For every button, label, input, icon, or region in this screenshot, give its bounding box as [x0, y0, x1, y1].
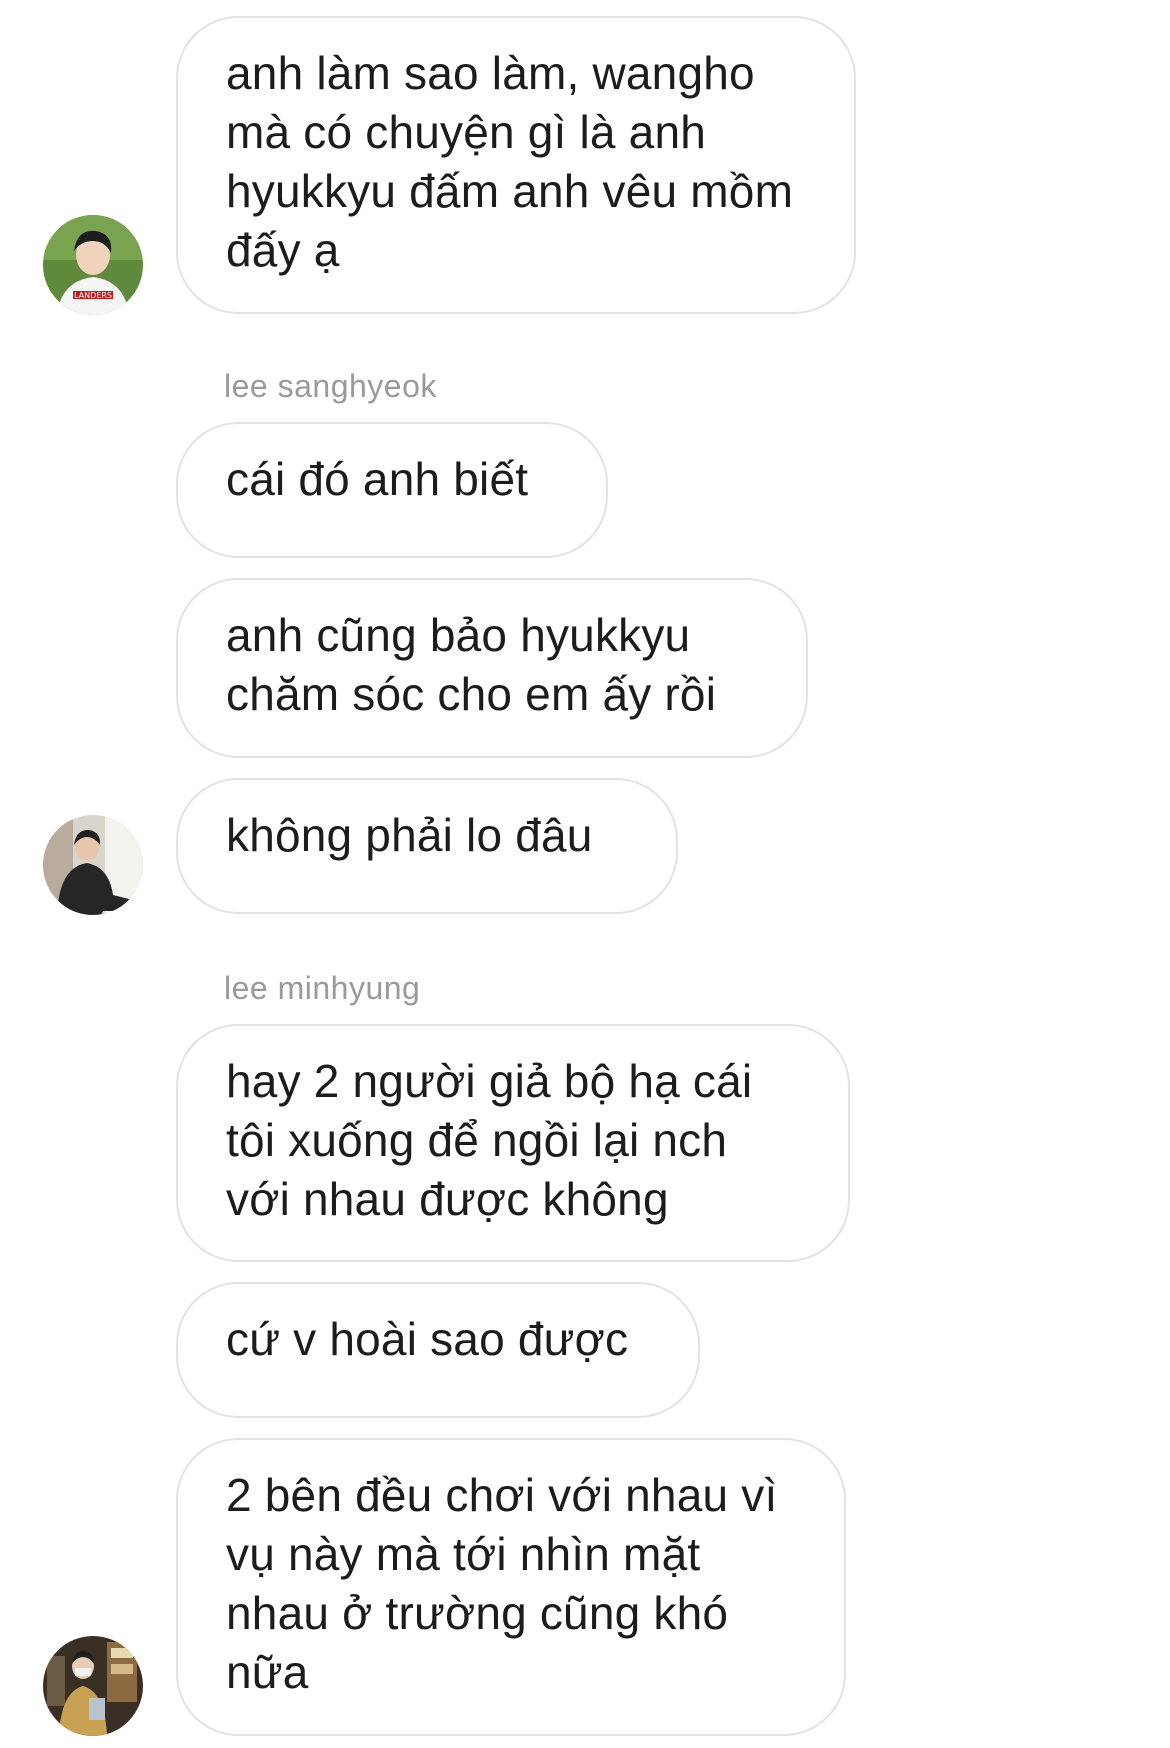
- message-text: anh cũng bảo hyukkyu chăm sóc cho em ấy …: [226, 609, 717, 720]
- profile-photo-avatar-icon: [43, 1636, 143, 1736]
- message-text: 2 bên đều chơi với nhau vì vụ này mà tới…: [226, 1469, 778, 1698]
- message-bubble[interactable]: hay 2 người giả bộ hạ cái tôi xuống để n…: [176, 1024, 850, 1262]
- message-text: không phải lo đâu: [226, 809, 593, 861]
- message-text: cái đó anh biết: [226, 453, 529, 505]
- message-bubble[interactable]: không phải lo đâu: [176, 778, 678, 914]
- profile-photo-avatar-icon: [43, 815, 143, 915]
- message-bubble[interactable]: cái đó anh biết: [176, 422, 608, 558]
- message-bubble[interactable]: anh cũng bảo hyukkyu chăm sóc cho em ấy …: [176, 578, 808, 758]
- message-bubble[interactable]: anh làm sao làm, wangho mà có chuyện gì …: [176, 16, 856, 314]
- sender-name: lee minhyung: [224, 970, 421, 1006]
- message-bubble[interactable]: 2 bên đều chơi với nhau vì vụ này mà tới…: [176, 1438, 846, 1736]
- avatar[interactable]: [43, 1636, 143, 1736]
- svg-text:LANDERS: LANDERS: [74, 291, 112, 300]
- message-text: hay 2 người giả bộ hạ cái tôi xuống để n…: [226, 1055, 753, 1225]
- message-text: cứ v hoài sao được: [226, 1313, 629, 1365]
- avatar[interactable]: LANDERS: [43, 215, 143, 315]
- message-text: anh làm sao làm, wangho mà có chuyện gì …: [226, 47, 794, 276]
- sender-name: lee sanghyeok: [224, 368, 437, 404]
- avatar[interactable]: [43, 815, 143, 915]
- profile-photo-avatar-icon: LANDERS: [43, 215, 143, 315]
- message-bubble[interactable]: cứ v hoài sao được: [176, 1282, 700, 1418]
